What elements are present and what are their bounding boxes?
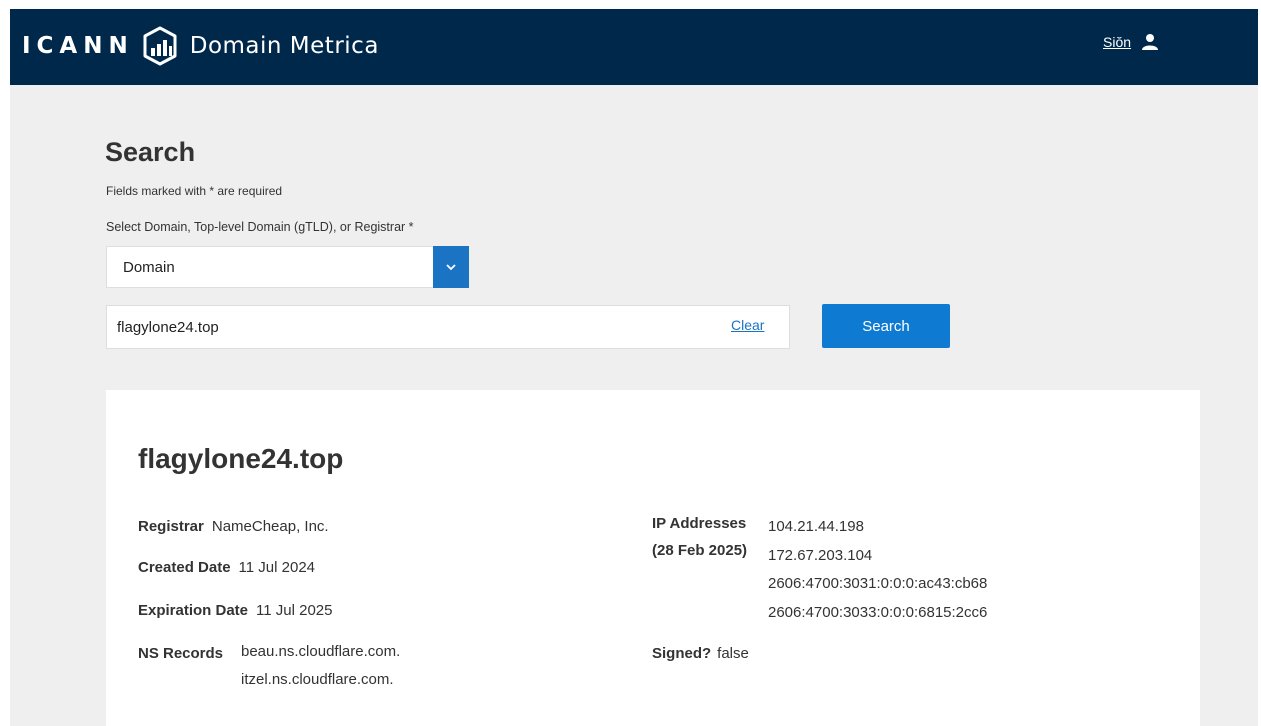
signed-field: Signed? false — [652, 645, 749, 662]
signed-label: Signed? — [652, 645, 712, 662]
clear-link[interactable]: Clear — [731, 317, 764, 333]
signin-link[interactable]: Siŏn — [1103, 34, 1131, 50]
brand[interactable]: ICANN Domain Metrica — [22, 23, 379, 69]
ns-record: beau.ns.cloudflare.com. — [241, 643, 401, 660]
created-date-value: 11 Jul 2024 — [238, 559, 315, 576]
search-button[interactable]: Search — [822, 304, 950, 348]
ip-address: 104.21.44.198 — [768, 518, 864, 535]
registrar-label: Registrar — [138, 518, 204, 535]
created-date-field: Created Date 11 Jul 2024 — [138, 559, 315, 576]
expiration-date-value: 11 Jul 2025 — [256, 602, 333, 619]
expiration-date-field: Expiration Date 11 Jul 2025 — [138, 602, 332, 619]
ip-addresses-label-title: IP Addresses — [652, 515, 747, 532]
created-date-label: Created Date — [138, 559, 231, 576]
registrar-value: NameCheap, Inc. — [211, 518, 329, 535]
search-type-value: Domain — [123, 258, 175, 276]
expiration-date-label: Expiration Date — [138, 602, 249, 619]
search-input[interactable] — [107, 306, 707, 348]
result-card: flagylone24.top Registrar NameCheap, Inc.… — [106, 390, 1200, 726]
signin-area[interactable]: Siŏn — [1103, 33, 1159, 51]
icann-bar-chart-logo-icon — [143, 26, 177, 66]
ip-address: 2606:4700:3033:0:0:0:6815:2cc6 — [768, 603, 988, 621]
top-header: ICANN Domain Metrica Siŏn — [10, 9, 1258, 85]
search-field: Clear — [106, 305, 790, 349]
required-note: Fields marked with * are required — [106, 184, 283, 198]
search-title: Search — [105, 137, 196, 167]
ip-address: 2606:4700:3031:0:0:0:ac43:cb68 — [768, 575, 988, 592]
result-domain-title: flagylone24.top — [138, 443, 344, 474]
search-type-select[interactable]: Domain — [106, 246, 469, 288]
app-window: ICANN Domain Metrica Siŏn Search Fields … — [10, 9, 1258, 726]
ns-record: itzel.ns.cloudflare.com. — [241, 671, 394, 688]
search-type-label: Select Domain, Top-level Domain (gTLD), … — [106, 220, 414, 234]
signed-value: false — [717, 645, 749, 662]
ip-address: 172.67.203.104 — [768, 546, 873, 564]
brand-icann-text: ICANN — [22, 33, 134, 59]
ns-records-label: NS Records — [138, 645, 224, 662]
select-dropdown-button[interactable] — [433, 246, 469, 288]
registrar-field: Registrar NameCheap, Inc. — [138, 518, 329, 535]
ip-addresses-label: IP Addresses (28 Feb 2025) — [652, 510, 747, 564]
user-icon[interactable] — [1141, 33, 1159, 51]
ns-records-list: beau.ns.cloudflare.com. itzel.ns.cloudfl… — [241, 638, 400, 694]
ip-addresses-label-date: (28 Feb 2025) — [652, 542, 748, 559]
chevron-down-icon — [446, 264, 456, 271]
ip-addresses-list: 104.21.44.198 172.67.203.104 2606:4700:3… — [768, 513, 987, 627]
brand-product-name: Domain Metrica — [189, 33, 379, 59]
ns-records-field: NS Records — [138, 645, 231, 662]
